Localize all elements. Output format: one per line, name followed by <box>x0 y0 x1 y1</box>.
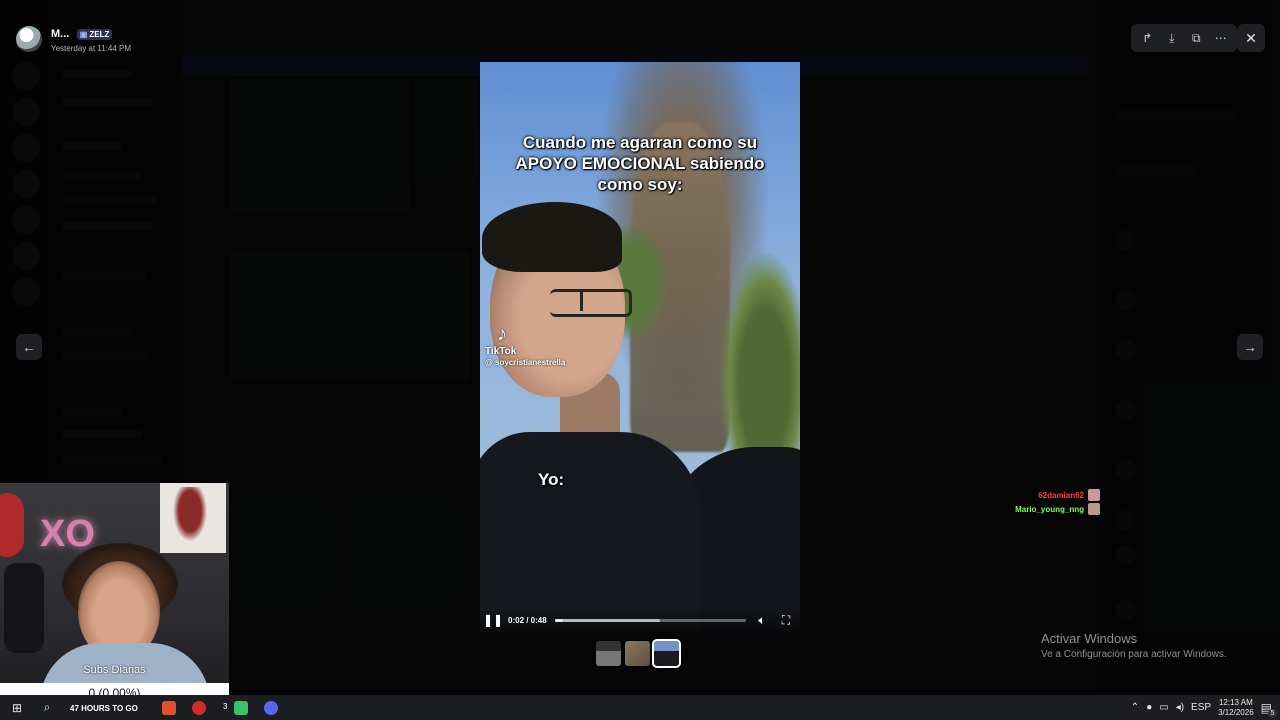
progress-fill <box>554 618 563 622</box>
pause-icon[interactable]: ❚❚ <box>483 612 503 628</box>
server-tag-label: ZELZ <box>89 30 110 39</box>
shield-icon: ▣ <box>79 30 88 39</box>
notification-count: 5 <box>1268 708 1277 718</box>
mic-icon[interactable]: ● <box>1146 702 1152 713</box>
tiktok-handle: @ soycristianestrella <box>485 358 566 367</box>
video-overlay-text: Yo: <box>538 470 565 489</box>
progress-bar[interactable] <box>554 618 746 622</box>
arrow-left-icon[interactable]: ← <box>16 334 42 360</box>
app-icon[interactable] <box>230 699 252 717</box>
screen: M... ▣ ZELZ Yesterday at 11:44 PM ↱ ⤓ ⧉ … <box>0 0 1280 720</box>
message-author: M... ▣ ZELZ Yesterday at 11:44 PM <box>16 24 131 53</box>
person <box>480 432 700 632</box>
discord-icon[interactable] <box>260 699 282 717</box>
language-indicator[interactable]: ESP <box>1191 702 1211 713</box>
time-display: 0:02 / 0:48 <box>508 615 547 625</box>
watermark-title: Activar Windows <box>1041 631 1138 646</box>
fullscreen-icon[interactable]: ⛶ <box>778 613 794 628</box>
timestamp: Yesterday at 11:44 PM <box>51 44 132 53</box>
chat-avatar <box>1088 503 1100 515</box>
thumbnail-3[interactable] <box>652 639 681 668</box>
more-icon[interactable]: ⋯ <box>1211 28 1231 48</box>
microphone <box>4 563 44 653</box>
notifications-icon[interactable]: ▤ 5 <box>1261 701 1277 718</box>
close-icon[interactable]: ✕ <box>1237 24 1265 52</box>
server-tag: ▣ ZELZ <box>76 29 113 40</box>
windows-start-icon[interactable]: ⊞ <box>6 699 28 717</box>
network-icon[interactable]: ▭ <box>1159 702 1168 713</box>
author-name[interactable]: M... <box>51 28 69 40</box>
subs-label: Subs Diarias <box>83 664 146 676</box>
clock-date: 3/12/2026 <box>1218 707 1254 717</box>
tiktok-brand: TikTok <box>485 346 517 357</box>
forward-icon[interactable]: ↱ <box>1137 28 1157 48</box>
taskbar-badge: 3 <box>223 702 228 711</box>
arrow-right-icon[interactable]: → <box>1237 334 1263 360</box>
chat-line: Mario_young_nng <box>990 502 1100 516</box>
chat-line: 62damian62 <box>990 488 1100 502</box>
chat-avatar <box>1088 489 1100 501</box>
video-caption: Cuando me agarran como su APOYO EMOCIONA… <box>515 133 765 194</box>
taskbar: ⊞ ⌕ 47 HOURS TO GO 3 ⌃ ● ▭ ◂) ESP 12:13 … <box>0 695 1280 720</box>
viewer-toolbar: ↱ ⤓ ⧉ ⋯ <box>1131 24 1237 52</box>
download-icon[interactable]: ⤓ <box>1162 28 1182 48</box>
thumbnail-1[interactable] <box>596 641 621 666</box>
record-icon[interactable] <box>188 699 210 717</box>
video-player[interactable]: Cuando me agarran como su APOYO EMOCIONA… <box>480 62 800 632</box>
video-controls: ❚❚ 0:02 / 0:48 🔈︎ ⛶ <box>480 608 800 632</box>
system-tray: ⌃ ● ▭ ◂) ESP 12:13 AM 3/12/2026 ▤ 5 <box>1131 695 1277 720</box>
avatar[interactable] <box>16 25 42 52</box>
tiktok-watermark: ♪ TikTok @ soycristianestrella <box>485 324 565 367</box>
stream-marquee: 47 HOURS TO GO <box>70 704 138 713</box>
chat-username: Mario_young_nng <box>1015 504 1084 514</box>
speaker-icon[interactable]: ◂) <box>1176 702 1184 713</box>
search-icon[interactable]: ⌕ <box>36 699 58 717</box>
volume-icon[interactable]: 🔈︎ <box>754 613 770 628</box>
chat-username: 62damian62 <box>1038 490 1084 500</box>
watermark-subtitle: Ve a Configuración para activar Windows. <box>1041 649 1227 660</box>
clock-time: 12:13 AM <box>1218 697 1253 707</box>
tiktok-logo-icon: ♪ <box>497 323 507 345</box>
stream-chat: 62damian62 Mario_young_nng <box>990 488 1100 516</box>
brave-icon[interactable] <box>158 699 180 717</box>
clock[interactable]: 12:13 AM 3/12/2026 <box>1218 698 1254 718</box>
chevron-up-icon[interactable]: ⌃ <box>1131 702 1139 713</box>
open-external-icon[interactable]: ⧉ <box>1186 28 1206 48</box>
thumbnail-2[interactable] <box>625 641 650 666</box>
media-thumbnails <box>596 639 681 668</box>
windows-activation-watermark: Activar Windows Ve a Configuración para … <box>1041 631 1227 660</box>
